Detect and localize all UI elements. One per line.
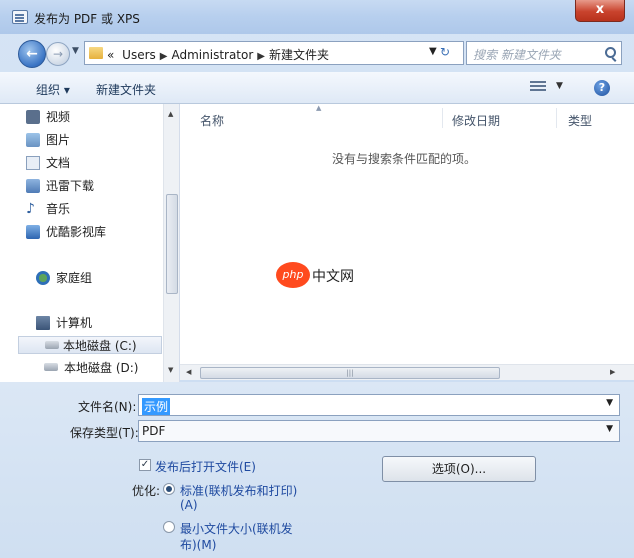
sort-ascending-icon: ▲ <box>316 104 322 112</box>
scroll-down-icon[interactable]: ▼ <box>168 366 173 374</box>
close-button[interactable]: x <box>575 0 625 22</box>
sidebar-item-local-disk-c[interactable]: 本地磁盘 (C:) <box>18 336 162 354</box>
column-type[interactable]: 类型 <box>568 112 592 129</box>
disk-icon <box>44 363 58 371</box>
breadcrumb-administrator[interactable]: Administrator <box>171 48 253 62</box>
save-options-panel: 文件名(N): 示例 ▼ 保存类型(T): PDF ▼ ✓ 发布后打开文件(E)… <box>0 382 634 558</box>
filetype-select[interactable]: PDF ▼ <box>138 420 620 442</box>
disk-icon <box>45 341 59 349</box>
view-dropdown-icon[interactable]: ▼ <box>556 81 563 91</box>
optimize-standard-radio[interactable] <box>163 483 175 495</box>
sidebar-item-local-disk-d[interactable]: 本地磁盘 (D:) <box>44 359 139 377</box>
sidebar-item-label: 计算机 <box>56 316 93 330</box>
sidebar-item-youku-library[interactable]: 优酷影视库 <box>26 223 107 241</box>
forward-button[interactable]: → <box>46 42 70 66</box>
column-divider[interactable] <box>556 108 557 128</box>
breadcrumb-users[interactable]: Users <box>122 48 156 62</box>
address-bar[interactable]: « Users ▶ Administrator ▶ 新建文件夹 ▼ <box>84 41 464 65</box>
navigation-scrollbar[interactable]: ▲ ▼ <box>163 104 179 382</box>
optimize-minimum-accelerator[interactable]: 布)(M) <box>180 536 216 553</box>
scrollbar-thumb[interactable]: ||| <box>200 367 500 379</box>
sidebar-item-label: 文档 <box>46 156 71 170</box>
organize-menu[interactable]: 组织 ▾ <box>36 81 70 98</box>
filename-label: 文件名(N): <box>78 400 137 414</box>
optimize-standard-label[interactable]: 标准(联机发布和打印) <box>180 482 297 499</box>
sidebar-item-label: 本地磁盘 (C:) <box>63 339 137 353</box>
new-folder-button[interactable]: 新建文件夹 <box>96 81 156 98</box>
sidebar-item-music[interactable]: ♪ 音乐 <box>26 200 71 218</box>
scrollbar-thumb[interactable] <box>166 194 178 294</box>
breadcrumb-overflow[interactable]: « <box>107 48 114 62</box>
optimize-minimum-label[interactable]: 最小文件大小(联机发 <box>180 520 293 537</box>
chevron-down-icon[interactable]: ▼ <box>606 424 613 434</box>
address-dropdown-icon[interactable]: ▼ <box>429 46 437 57</box>
search-icon[interactable] <box>605 47 616 58</box>
history-dropdown-icon[interactable]: ▼ <box>72 46 79 56</box>
column-name[interactable]: 名称 <box>200 112 224 129</box>
command-toolbar: 组织 ▾ 新建文件夹 ▼ ? <box>0 72 634 104</box>
optimize-label: 优化: <box>132 484 161 498</box>
sidebar-item-thunder-downloads[interactable]: 迅雷下载 <box>26 177 95 195</box>
navigation-pane[interactable]: 视频 图片 文档 迅雷下载 ♪ 音乐 优酷影视库 家庭组 计算机 本地磁盘 (C… <box>0 104 180 382</box>
sidebar-item-homegroup[interactable]: 家庭组 <box>36 269 93 287</box>
video-icon <box>26 110 40 124</box>
breadcrumb-new-folder[interactable]: 新建文件夹 <box>269 48 329 62</box>
documents-icon <box>26 156 40 170</box>
sidebar-item-label: 本地磁盘 (D:) <box>64 361 139 375</box>
computer-icon <box>36 316 50 330</box>
watermark-text: 中文网 <box>312 269 354 285</box>
sidebar-item-computer[interactable]: 计算机 <box>36 314 93 332</box>
search-placeholder: 搜索 新建文件夹 <box>473 48 561 62</box>
save-as-dialog: 发布为 PDF 或 XPS x ← → ▼ « Users ▶ Administra… <box>0 0 634 558</box>
scroll-right-icon[interactable]: ▶ <box>610 368 615 376</box>
empty-results-message: 没有与搜索条件匹配的项。 <box>332 152 477 166</box>
sidebar-item-label: 视频 <box>46 110 71 124</box>
sidebar-item-label: 图片 <box>46 133 71 147</box>
address-row: ← → ▼ « Users ▶ Administrator ▶ 新建文件夹 ▼ ↻ 搜索… <box>0 34 634 72</box>
sidebar-item-videos[interactable]: 视频 <box>26 108 71 126</box>
column-date-modified[interactable]: 修改日期 <box>452 112 500 129</box>
library-icon <box>26 225 40 239</box>
back-button[interactable]: ← <box>18 40 46 68</box>
sidebar-item-label: 音乐 <box>46 202 71 216</box>
sidebar-item-label: 优酷影视库 <box>46 225 107 239</box>
watermark-logo: php <box>276 262 310 288</box>
sidebar-item-label: 迅雷下载 <box>46 179 95 193</box>
filename-input[interactable]: 示例 ▼ <box>138 394 620 416</box>
folder-icon <box>89 47 103 59</box>
filename-value: 示例 <box>142 398 171 415</box>
options-button[interactable]: 选项(O)... <box>382 456 536 482</box>
chevron-down-icon[interactable]: ▼ <box>606 398 613 408</box>
chevron-right-icon[interactable]: ▶ <box>160 51 168 62</box>
window-title: 发布为 PDF 或 XPS <box>34 12 140 26</box>
homegroup-icon <box>36 271 50 285</box>
refresh-icon[interactable]: ↻ <box>440 45 450 59</box>
scroll-left-icon[interactable]: ◀ <box>186 368 191 376</box>
app-icon <box>12 10 28 24</box>
scroll-up-icon[interactable]: ▲ <box>168 110 173 118</box>
chevron-right-icon[interactable]: ▶ <box>257 51 265 62</box>
column-divider[interactable] <box>442 108 443 128</box>
optimize-standard-accelerator[interactable]: (A) <box>180 498 198 512</box>
optimize-minimum-radio[interactable] <box>163 521 175 533</box>
open-after-publish-checkbox[interactable]: ✓ <box>139 459 151 471</box>
sidebar-item-pictures[interactable]: 图片 <box>26 131 71 149</box>
file-list[interactable]: ▲ 名称 修改日期 类型 没有与搜索条件匹配的项。 <box>180 104 634 366</box>
horizontal-scrollbar[interactable]: ◀ ||| ▶ <box>180 364 634 380</box>
help-icon[interactable]: ? <box>594 80 610 96</box>
sidebar-item-label: 家庭组 <box>56 271 93 285</box>
filetype-label: 保存类型(T): <box>70 426 139 440</box>
pictures-icon <box>26 133 40 147</box>
music-icon: ♪ <box>26 201 35 217</box>
search-input[interactable]: 搜索 新建文件夹 <box>466 41 622 65</box>
filetype-value: PDF <box>142 424 166 438</box>
view-options-icon[interactable] <box>530 81 546 95</box>
title-bar[interactable]: 发布为 PDF 或 XPS x <box>0 0 634 34</box>
sidebar-item-documents[interactable]: 文档 <box>26 154 71 172</box>
breadcrumb: « Users ▶ Administrator ▶ 新建文件夹 <box>107 46 329 63</box>
download-icon <box>26 179 40 193</box>
open-after-publish-label[interactable]: 发布后打开文件(E) <box>155 458 256 475</box>
